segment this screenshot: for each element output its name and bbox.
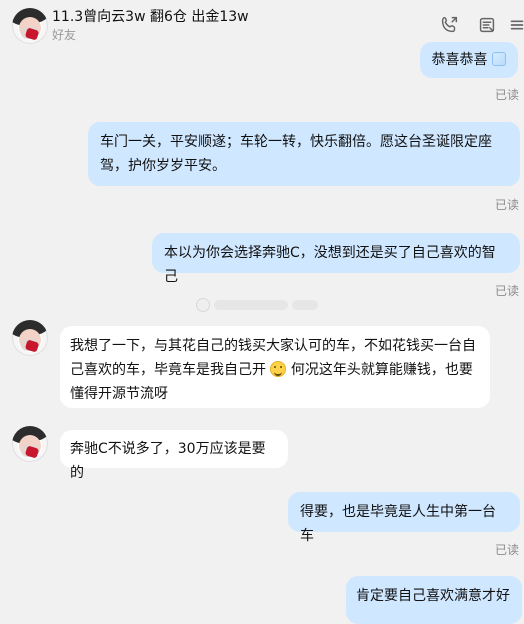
- notes-icon: [479, 17, 495, 33]
- message-text: 本以为你会选择奔驰C，没想到还是买了自己喜欢的智己: [164, 245, 496, 285]
- message-text: 得要，也是毕竟是人生中第一台车: [300, 504, 496, 544]
- message-bubble: 车门一关，平安顺遂；车轮一转，快乐翻倍。愿这台圣诞限定座驾，护你岁岁平安。: [88, 122, 520, 186]
- divider-bar: [292, 300, 318, 310]
- message-text: 恭喜恭喜: [431, 52, 488, 68]
- message-text: 奔驰C不说多了，30万应该是要的: [70, 441, 266, 481]
- blurred-divider: [196, 298, 320, 312]
- message-text: 肯定要自己喜欢满意才好: [356, 588, 510, 604]
- message-bubble: 肯定要自己喜欢满意才好: [346, 576, 522, 624]
- message-bubble: 得要，也是毕竟是人生中第一台车: [288, 492, 520, 544]
- thinking-emoji-icon: [270, 361, 287, 377]
- divider-dot: [196, 298, 210, 312]
- contact-name: 11.3曾向云3w 翻6仓 出金13w: [52, 9, 249, 25]
- divider-bar: [214, 300, 288, 310]
- notes-button[interactable]: [476, 14, 498, 36]
- read-receipt: 已读: [494, 198, 519, 212]
- read-receipt: 已读: [494, 88, 519, 102]
- chat-header: 11.3曾向云3w 翻6仓 出金13w 好友: [0, 0, 524, 48]
- message-bubble: 奔驰C不说多了，30万应该是要的: [60, 430, 288, 481]
- read-receipt: 已读: [494, 284, 519, 298]
- sender-avatar[interactable]: [12, 320, 48, 356]
- sender-avatar[interactable]: [12, 426, 48, 462]
- phone-icon: [441, 16, 458, 33]
- message-bubble: 本以为你会选择奔驰C，没想到还是买了自己喜欢的智己: [152, 233, 520, 285]
- message-bubble: 我想了一下，与其花自己的钱买大家认可的车，不如花钱买一台自己喜欢的车，毕竟车是我…: [60, 326, 490, 408]
- more-icon: [510, 20, 524, 30]
- contact-avatar[interactable]: [12, 8, 48, 44]
- message-bubble: 恭喜恭喜: [419, 42, 518, 78]
- read-receipt: 已读: [494, 543, 519, 557]
- more-button[interactable]: [506, 14, 524, 36]
- contact-status: 好友: [52, 28, 77, 42]
- message-text: 车门一关，平安顺遂；车轮一转，快乐翻倍。愿这台圣诞限定座驾，护你岁岁平安。: [100, 134, 492, 174]
- call-button[interactable]: [438, 14, 460, 36]
- sticker-icon: [492, 52, 506, 66]
